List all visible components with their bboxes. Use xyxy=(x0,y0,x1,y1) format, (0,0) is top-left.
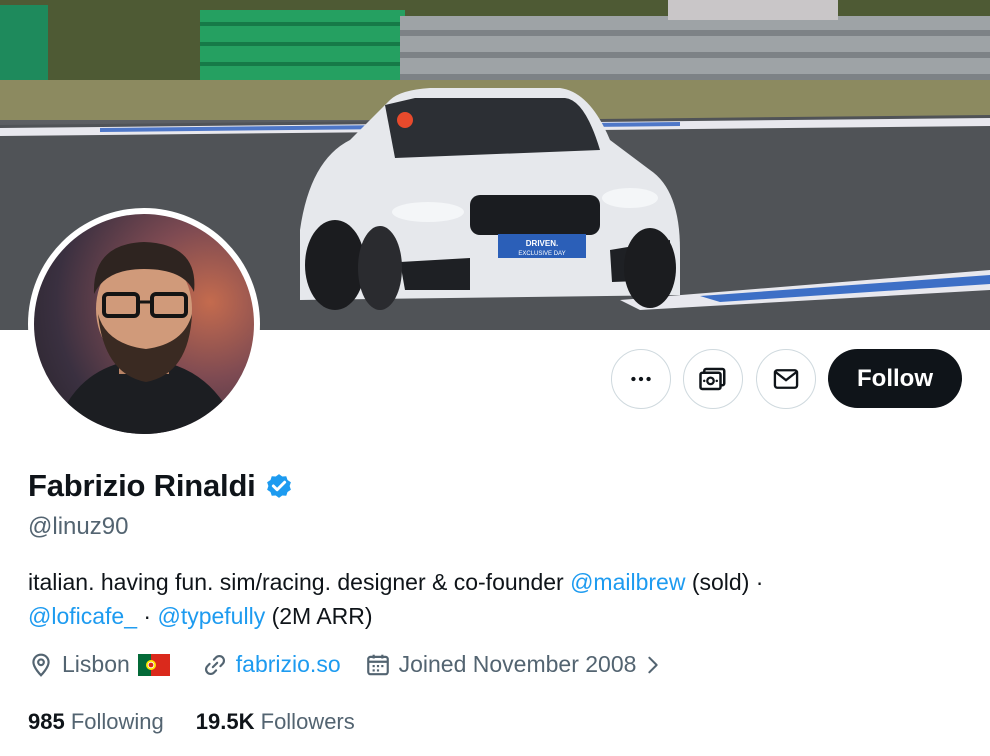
following-number: 985 xyxy=(28,709,65,734)
mention-typefully[interactable]: @typefully xyxy=(157,603,265,629)
profile-avatar[interactable] xyxy=(28,208,260,440)
website-link[interactable]: fabrizio.so xyxy=(236,651,341,678)
message-button[interactable] xyxy=(756,349,816,409)
profile-name: Fabrizio Rinaldi xyxy=(28,468,256,503)
followers-number: 19.5K xyxy=(195,709,255,734)
subscribe-icon xyxy=(699,367,726,391)
follow-button[interactable]: Follow xyxy=(828,349,962,408)
verified-icon[interactable] xyxy=(264,471,294,501)
profile-handle: @linuz90 xyxy=(28,513,129,540)
followers-label: Followers xyxy=(260,709,355,734)
profile-meta: Lisbon fabrizio.so Joined November 2008 xyxy=(28,651,696,678)
more-icon xyxy=(631,376,651,382)
flag-portugal-icon xyxy=(137,653,170,676)
plate-line-1: DRIVEN. xyxy=(526,239,558,248)
profile-counts: 985 Following 19.5K Followers xyxy=(28,709,387,735)
profile-bio: italian. having fun. sim/racing. designe… xyxy=(28,565,968,633)
profile-location: Lisbon xyxy=(28,651,178,678)
calendar-icon xyxy=(366,654,389,675)
profile-website: fabrizio.so xyxy=(202,651,341,678)
avatar-photo xyxy=(54,242,239,434)
plate-line-2: EXCLUSIVE DAY xyxy=(518,251,565,257)
chevron-right-icon xyxy=(648,656,659,673)
mention-mailbrew[interactable]: @mailbrew xyxy=(570,569,685,595)
bio-text-1: italian. having fun. sim/racing. designe… xyxy=(28,569,571,595)
bio-text-3: (2M ARR) xyxy=(265,603,373,629)
link-icon xyxy=(204,654,225,675)
joined-text: Joined November 2008 xyxy=(398,651,637,677)
profile-joined[interactable]: Joined November 2008 xyxy=(365,651,673,678)
location-icon xyxy=(32,653,50,677)
mention-loficafe[interactable]: @loficafe_ xyxy=(28,603,137,629)
profile-name-row: Fabrizio Rinaldi xyxy=(28,468,294,504)
following-label: Following xyxy=(70,709,164,734)
subscribe-button[interactable] xyxy=(683,349,743,409)
following-count[interactable]: 985 Following xyxy=(28,709,164,735)
bio-separator: · xyxy=(137,603,158,629)
location-text: Lisbon xyxy=(62,651,130,677)
bio-text-2: (sold) · xyxy=(685,569,764,595)
message-icon xyxy=(773,369,799,389)
followers-count[interactable]: 19.5K Followers xyxy=(196,709,355,735)
more-button[interactable] xyxy=(611,349,671,409)
